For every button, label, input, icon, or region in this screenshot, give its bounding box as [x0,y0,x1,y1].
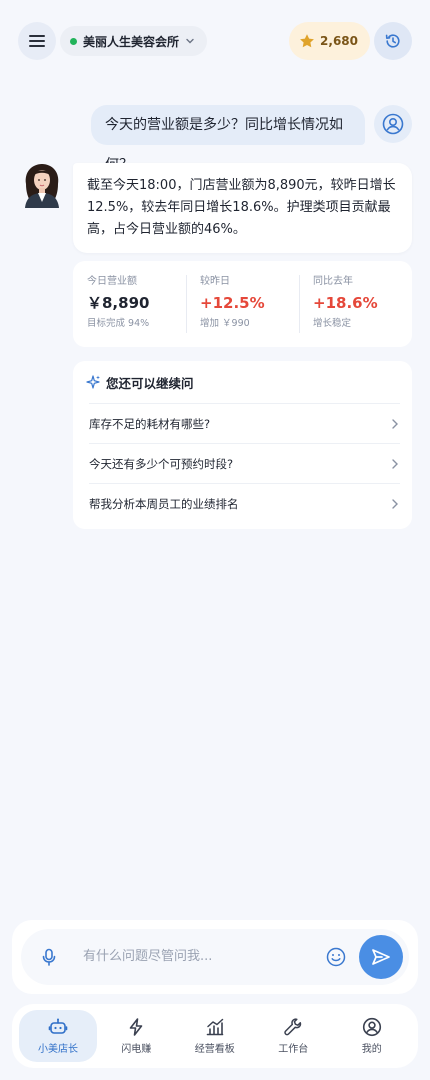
chat-input-area: 有什么问题尽管问我... [12,920,418,994]
followup-suggestions-card: 您还可以继续问 库存不足的耗材有哪些? 今天还有多少个可预约时段? 帮我分析本周… [73,361,412,529]
chevron-right-icon [392,458,398,469]
tab-profile[interactable]: 我的 [333,1010,412,1062]
stat-label: 今日营业额 [87,276,137,287]
hamburger-icon [29,35,45,47]
chevron-down-icon [186,38,194,44]
chart-icon [206,1018,224,1036]
tab-workbench[interactable]: 工作台 [254,1010,333,1062]
followup-item-label: 帮我分析本周员工的业绩排名 [89,496,239,511]
bottom-tab-bar: 小美店长 闪电赚 经营看板 工作台 我的 [12,1004,418,1068]
assistant-avatar [20,162,64,208]
assistant-portrait-icon [25,164,59,208]
followup-item[interactable]: 帮我分析本周员工的业绩排名 [89,483,400,523]
stat-sub: 增加 ￥990 [200,318,250,329]
menu-button[interactable] [18,22,56,60]
stat-vs-last-year: 同比去年 +18.6% 增长稳定 [299,275,412,333]
assistant-message-bubble: 截至今天18:00，门店营业额为8,890元，较昨日增长12.5%，较去年同日增… [73,163,412,253]
header: 美丽人生美容会所 2,680 [18,22,412,60]
stat-label: 较昨日 [200,276,230,287]
stat-vs-yesterday: 较昨日 +12.5% 增加 ￥990 [186,275,299,333]
send-button[interactable] [359,935,403,979]
tab-dashboard[interactable]: 经营看板 [176,1010,255,1062]
followup-item[interactable]: 今天还有多少个可预约时段? [89,443,400,483]
stat-label: 同比去年 [313,276,353,287]
points-value: 2,680 [320,34,358,48]
tab-label: 小美店长 [38,1044,78,1055]
revenue-stats-card: 今日营业额 ￥8,890 目标完成 94% 较昨日 +12.5% 增加 ￥990… [73,261,412,347]
user-icon [362,1017,381,1037]
followup-item-label: 库存不足的耗材有哪些? [89,416,211,431]
chat-input-placeholder: 有什么问题尽管问我... [83,949,213,964]
stat-value: +18.6% [313,294,378,312]
microphone-icon[interactable] [39,947,59,967]
history-button[interactable] [374,22,412,60]
chat-input-field[interactable]: 有什么问题尽管问我... [21,929,409,985]
user-icon [382,113,404,135]
tab-flash-earn[interactable]: 闪电赚 [97,1010,176,1062]
sparkle-icon [86,375,100,389]
user-avatar[interactable] [374,105,412,143]
chevron-right-icon [392,498,398,509]
history-icon [385,34,400,48]
star-icon [300,34,314,48]
followup-title: 您还可以继续问 [106,375,194,391]
stat-sub: 增长稳定 [313,318,352,329]
stat-sub: 目标完成 94% [87,318,150,329]
tab-label: 工作台 [278,1044,309,1055]
stat-value: ￥8,890 [87,294,150,312]
stat-today-revenue: 今日营业额 ￥8,890 目标完成 94% [73,275,186,333]
stat-value: +12.5% [200,294,265,312]
user-message-bubble: 今天的营业额是多少？同比增长情况如何？ [91,105,365,173]
online-status-dot [70,37,77,45]
lightning-icon [129,1018,143,1036]
points-badge[interactable]: 2,680 [289,22,370,60]
followup-item-label: 今天还有多少个可预约时段? [89,456,234,471]
store-name: 美丽人生美容会所 [83,34,180,49]
send-icon [372,949,390,965]
followup-item[interactable]: 库存不足的耗材有哪些? [89,403,400,443]
emoji-icon[interactable] [325,946,347,968]
tab-label: 闪电赚 [121,1044,152,1055]
tab-assistant[interactable]: 小美店长 [19,1010,97,1062]
wrench-icon [284,1018,302,1036]
tab-label: 经营看板 [194,1044,235,1055]
tab-label: 我的 [361,1044,382,1055]
followup-header: 您还可以继续问 [85,361,400,403]
chevron-right-icon [392,418,398,429]
store-selector[interactable]: 美丽人生美容会所 [60,26,208,56]
robot-icon [48,1018,68,1034]
